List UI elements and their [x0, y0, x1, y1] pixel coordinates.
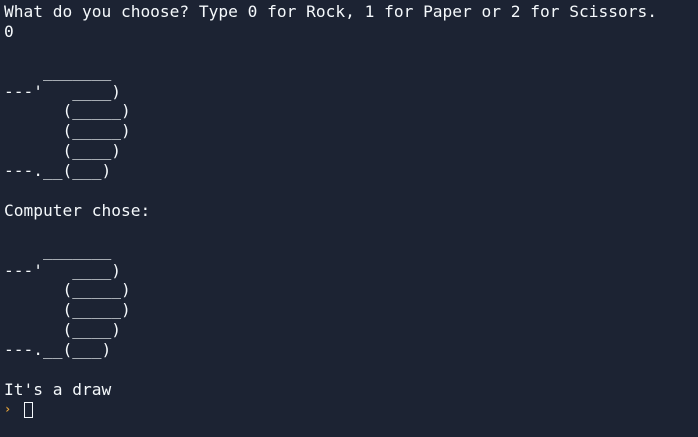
computer-choice-label: Computer chose: — [4, 200, 151, 220]
ascii-art-line: (_____) — [4, 300, 131, 320]
question-text: What do you choose? Type 0 for Rock, 1 f… — [4, 2, 657, 21]
ascii-art-line: (_____) — [4, 280, 131, 300]
user-input-echo: 0 — [4, 21, 14, 41]
computer-rock-art: _______ ---' ____) (_____) (_____) (____… — [4, 241, 698, 360]
chevron-right-icon: › — [4, 401, 12, 416]
input-prompt[interactable]: › — [4, 400, 698, 420]
ascii-art-line: (_____) — [4, 121, 131, 141]
result-text: It's a draw — [4, 379, 112, 399]
ascii-art-line: ---.__(___) — [4, 161, 112, 181]
terminal-output[interactable]: What do you choose? Type 0 for Rock, 1 f… — [0, 0, 698, 437]
ascii-art-line: (_____) — [4, 101, 131, 121]
user-rock-art: _______ ---' ____) (_____) (_____) (____… — [4, 62, 698, 181]
ascii-art-line: ---' ____) — [4, 81, 121, 101]
ascii-art-line: (____) — [4, 320, 121, 340]
ascii-art-line: _______ — [4, 240, 112, 260]
text-cursor[interactable] — [24, 401, 33, 418]
ascii-art-line: ---' ____) — [4, 260, 121, 280]
ascii-art-line: _______ — [4, 61, 112, 81]
ascii-art-line: ---.__(___) — [4, 340, 112, 360]
ascii-art-line: (____) — [4, 141, 121, 161]
